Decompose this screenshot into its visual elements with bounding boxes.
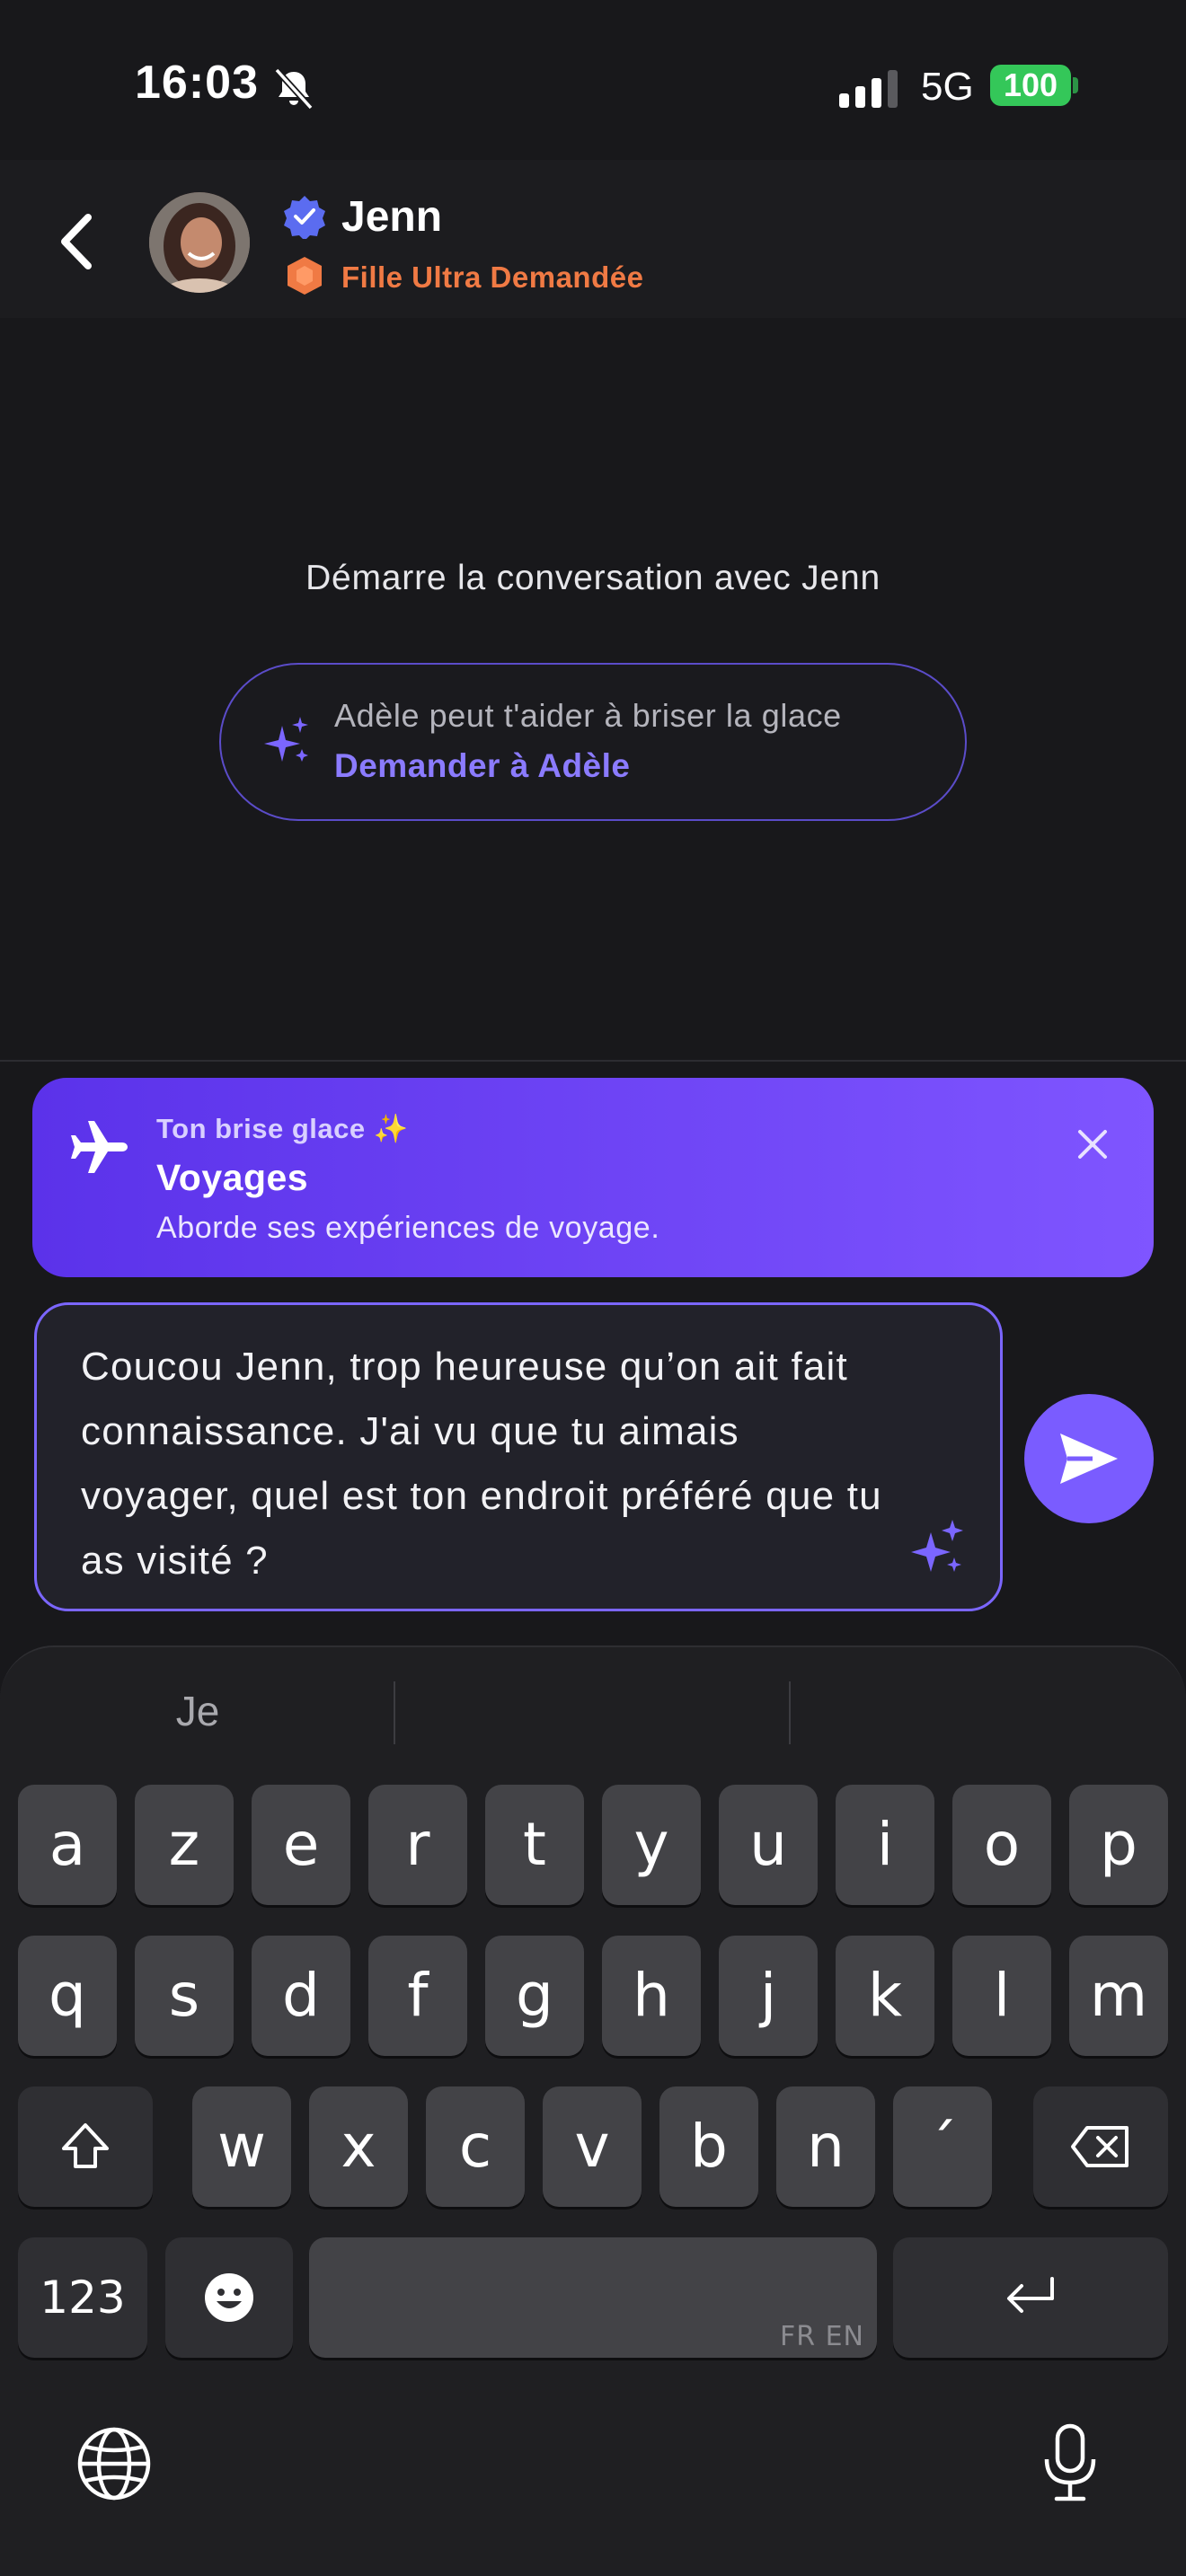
key-e[interactable]: e: [252, 1785, 350, 1905]
shift-arrow-icon: [62, 2123, 109, 2168]
language-hint: FR EN: [779, 2321, 864, 2352]
delete-key[interactable]: [1033, 2086, 1168, 2207]
backspace-icon: [1071, 2126, 1128, 2167]
key-b[interactable]: b: [659, 2086, 758, 2207]
send-icon: [1060, 1434, 1118, 1484]
avatar[interactable]: [149, 192, 250, 293]
ai-sparkle-icon[interactable]: [909, 1518, 967, 1575]
key-c[interactable]: c: [426, 2086, 525, 2207]
status-time: 16:03: [135, 57, 259, 109]
sparkle-icon: [264, 717, 308, 762]
key-n[interactable]: n: [776, 2086, 875, 2207]
contact-name[interactable]: Jenn: [341, 192, 442, 242]
globe-icon[interactable]: [75, 2425, 153, 2502]
signal-icon: [839, 70, 898, 108]
key-accent[interactable]: ´: [893, 2086, 992, 2207]
bell-slash-icon: [274, 67, 314, 110]
ask-adele-link[interactable]: Demander à Adèle: [334, 747, 630, 785]
avatar-portrait-icon: [149, 192, 250, 293]
key-o[interactable]: o: [952, 1785, 1051, 1905]
helper-text: Adèle peut t'aider à briser la glace: [334, 697, 842, 734]
icebreaker-title: Voyages: [156, 1157, 309, 1198]
key-d[interactable]: d: [252, 1936, 350, 2056]
close-icon[interactable]: [1075, 1126, 1111, 1162]
key-t[interactable]: t: [485, 1785, 584, 1905]
numbers-key[interactable]: 123: [18, 2237, 147, 2358]
network-label: 5G: [921, 65, 974, 109]
back-chevron-icon[interactable]: [52, 210, 102, 273]
icebreaker-description: Aborde ses expériences de voyage.: [156, 1211, 660, 1245]
key-u[interactable]: u: [719, 1785, 818, 1905]
conversation-start-text: Démarre la conversation avec Jenn: [305, 559, 881, 597]
airplane-icon: [71, 1121, 128, 1173]
status-badge: Fille Ultra Demandée: [341, 260, 644, 294]
shift-key[interactable]: [18, 2086, 153, 2207]
key-j[interactable]: j: [719, 1936, 818, 2056]
key-a[interactable]: a: [18, 1785, 117, 1905]
suggestion-divider: [394, 1681, 395, 1744]
emoji-icon: [205, 2273, 253, 2322]
key-g[interactable]: g: [485, 1936, 584, 2056]
ask-adele-button[interactable]: [219, 663, 967, 821]
message-text[interactable]: Coucou Jenn, trop heureuse qu’on ait fai…: [81, 1335, 907, 1593]
key-q[interactable]: q: [18, 1936, 117, 2056]
verified-badge-icon: [284, 196, 325, 239]
key-i[interactable]: i: [836, 1785, 934, 1905]
key-s[interactable]: s: [135, 1936, 234, 2056]
suggestion-1[interactable]: Je: [0, 1687, 395, 1735]
key-p[interactable]: p: [1069, 1785, 1168, 1905]
hexagon-badge-icon: [288, 257, 322, 295]
key-x[interactable]: x: [309, 2086, 408, 2207]
key-k[interactable]: k: [836, 1936, 934, 2056]
battery-nub: [1073, 77, 1078, 93]
key-w[interactable]: w: [192, 2086, 291, 2207]
microphone-icon[interactable]: [1042, 2423, 1098, 2502]
key-f[interactable]: f: [368, 1936, 467, 2056]
key-r[interactable]: r: [368, 1785, 467, 1905]
suggestion-divider: [789, 1681, 791, 1744]
key-m[interactable]: m: [1069, 1936, 1168, 2056]
icebreaker-kicker: Ton brise glace ✨: [156, 1113, 409, 1144]
key-v[interactable]: v: [543, 2086, 642, 2207]
battery-indicator: 100: [990, 65, 1071, 106]
key-h[interactable]: h: [602, 1936, 701, 2056]
space-key[interactable]: FR EN: [309, 2237, 877, 2358]
key-z[interactable]: z: [135, 1785, 234, 1905]
key-y[interactable]: y: [602, 1785, 701, 1905]
key-l[interactable]: l: [952, 1936, 1051, 2056]
return-key[interactable]: [893, 2237, 1168, 2358]
return-icon: [1007, 2277, 1054, 2313]
emoji-key[interactable]: [165, 2237, 293, 2358]
divider: [0, 1060, 1186, 1062]
